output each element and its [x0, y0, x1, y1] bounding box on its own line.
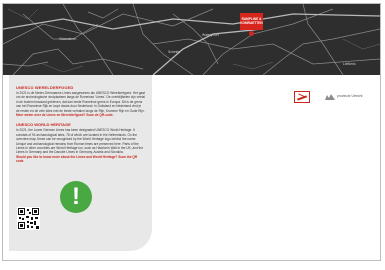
body-unesco-en: In 2021, the Lower German Limes has been… [16, 128, 144, 155]
heading-unesco-nl: UNESCO WERELDERFGOED [16, 85, 74, 90]
map-label-street-a: Waterpoort [202, 33, 219, 37]
world-heritage-logo-icon [294, 91, 310, 103]
heading-unesco-en: UNESCO WORLD HERITAGE [16, 122, 71, 128]
map-label-street-b: Schelde [168, 50, 181, 54]
page-frame: Waterpoort Schelde Vlaanderen Liefkens R… [2, 3, 381, 261]
province-logo-text: provincie Utrecht [337, 94, 363, 98]
qr-code[interactable] [17, 207, 40, 230]
link-unesco-en[interactable]: Would you like to know more about the Li… [16, 155, 145, 164]
map-label-town: Liefkens [343, 62, 356, 66]
info-panel: UNESCO WERELDERFGOED In 2021 is de Neder… [9, 75, 152, 251]
marker-line-2: KOMRAETTEN [240, 21, 263, 25]
exclamation-icon: ! [60, 181, 92, 213]
map-label-street-c: Vlaanderen [59, 37, 77, 41]
qr-code-icon [17, 207, 40, 230]
body-unesco-nl: In 2021 is de Neder-Germaanse Limes aang… [16, 91, 145, 113]
map-banner[interactable]: Waterpoort Schelde Vlaanderen Liefkens R… [3, 4, 380, 75]
location-marker-label[interactable]: RAMPLINE & KOMRAETTEN [240, 13, 263, 30]
location-pin-icon[interactable] [249, 31, 254, 36]
link-unesco-nl[interactable]: Meer weten over de Limes en Werelderfgoe… [16, 113, 145, 117]
province-logo-icon [325, 94, 335, 100]
